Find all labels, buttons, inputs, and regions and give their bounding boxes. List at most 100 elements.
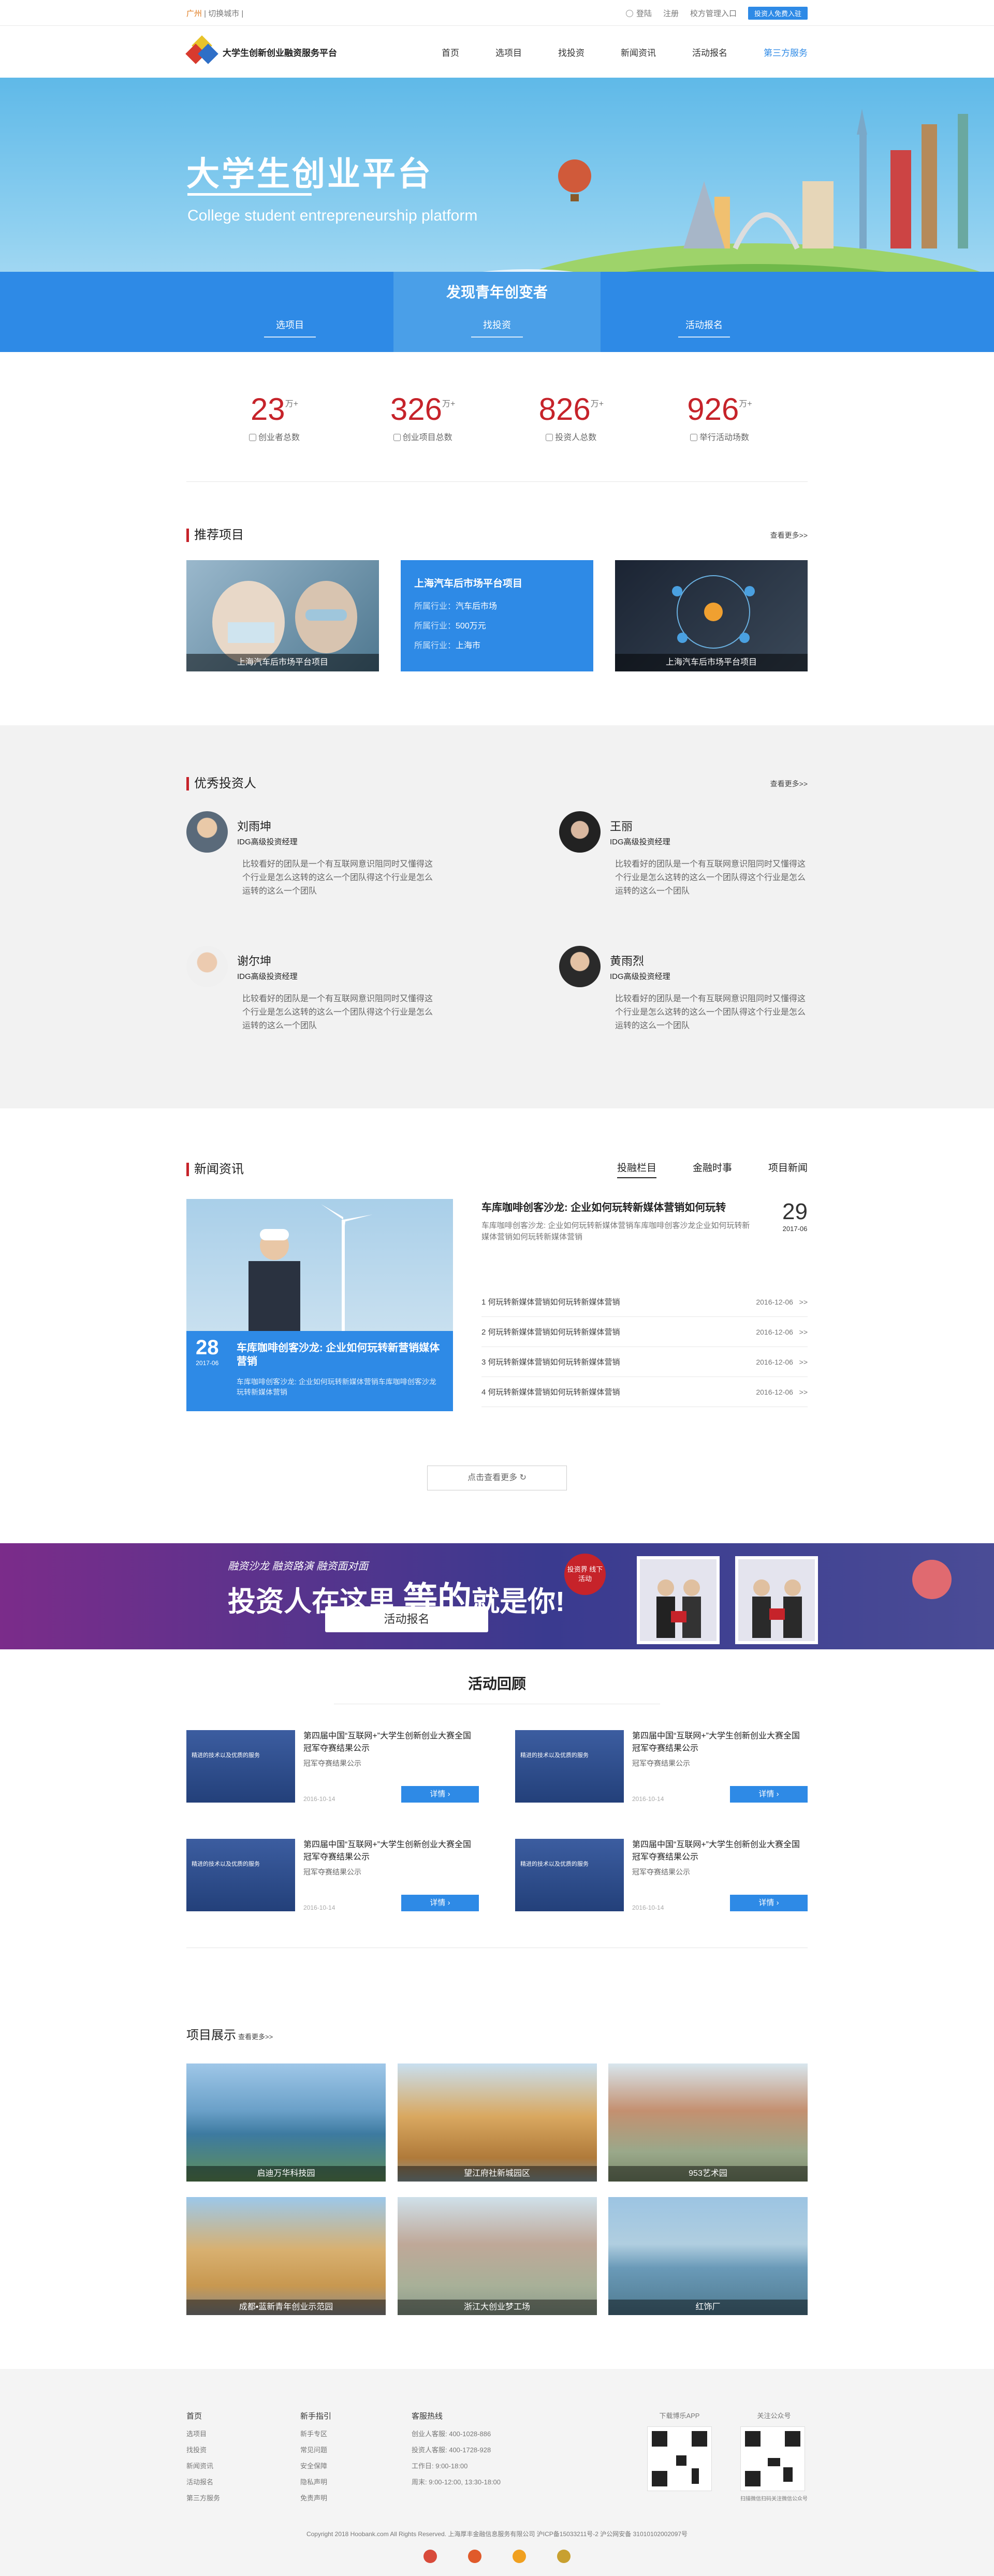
headline-day: 29 xyxy=(782,1199,808,1224)
calendar-icon xyxy=(690,433,697,441)
field-label: 所属行业： xyxy=(414,622,456,631)
event-signup-button[interactable]: 活动报名 xyxy=(325,1606,488,1632)
top-bar: 广州 | 切换城市 | 登陆 注册 校方管理入口 投资人免费入驻 xyxy=(0,0,994,26)
quick-link-investment[interactable]: 发现青年创变者 找投资 xyxy=(393,272,601,352)
footer-col-title[interactable]: 首页 xyxy=(186,2410,220,2421)
tab-finance-news[interactable]: 金融时事 xyxy=(693,1160,732,1178)
project-showcase-card[interactable]: 望江府社新城园区 xyxy=(397,2063,597,2182)
switch-city-link[interactable]: 切换城市 xyxy=(208,9,239,18)
activity-card[interactable]: 精进的技术以及优质的服务 第四届中国“互联网+”大学生创新创业大赛全国冠军夺赛结… xyxy=(515,1730,808,1839)
activity-card[interactable]: 精进的技术以及优质的服务 第四届中国“互联网+”大学生创新创业大赛全国冠军夺赛结… xyxy=(186,1730,479,1839)
featured-news-card[interactable]: 28 2017-06 车库咖啡创客沙龙: 企业如何玩转新营销媒体营销 车库咖啡创客… xyxy=(186,1199,453,1411)
news-list-item[interactable]: 2 何玩转新媒体营销如何玩转新媒体营销 2016-12-06 >> xyxy=(481,1317,808,1347)
project-card[interactable]: 上海汽车后市场平台项目 xyxy=(615,560,808,671)
footer-link[interactable]: 活动报名 xyxy=(186,2477,220,2486)
nav-news[interactable]: 新闻资讯 xyxy=(621,46,656,58)
tab-investment-column[interactable]: 投融栏目 xyxy=(617,1160,656,1178)
project-showcase-section: 项目展示 查看更多>> 启迪万华科技园 望江府社新城园区 953艺术园 成都•蓝新… xyxy=(0,2001,994,2369)
user-icon xyxy=(625,9,633,17)
project-showcase-card[interactable]: 红饰厂 xyxy=(608,2197,808,2315)
project-showcase-card[interactable]: 成都•蓝新青年创业示范园 xyxy=(186,2197,386,2315)
nav-third-party[interactable]: 第三方服务 xyxy=(764,46,808,58)
footer-link[interactable]: 安全保障 xyxy=(300,2461,331,2470)
refresh-icon: ↻ xyxy=(519,1473,527,1482)
arrow-icon xyxy=(678,336,730,338)
trust-badge-icon[interactable] xyxy=(513,2550,526,2563)
project-name: 953艺术园 xyxy=(608,2166,808,2182)
project-showcase-card[interactable]: 953艺术园 xyxy=(608,2063,808,2182)
wechat-qr-code[interactable] xyxy=(740,2426,805,2491)
project-card-featured[interactable]: 上海汽车后市场平台项目 所属行业：汽车后市场 所属行业：500万元 所属行业：上… xyxy=(401,560,593,671)
project-showcase-card[interactable]: 浙江大创业梦工场 xyxy=(397,2197,597,2315)
login-link[interactable]: 登陆 xyxy=(625,8,652,19)
city-selector[interactable]: 广州 | 切换城市 | xyxy=(186,8,243,19)
logo[interactable]: 大学生创新创业融资服务平台 xyxy=(185,35,337,67)
view-more-link[interactable]: 查看更多>> xyxy=(770,779,808,789)
project-name: 成都•蓝新青年创业示范园 xyxy=(186,2300,386,2315)
thumbnail-text: 精进的技术以及优质的服务 xyxy=(520,1861,589,1867)
project-card[interactable]: 上海汽车后市场平台项目 xyxy=(186,560,379,671)
nav-events[interactable]: 活动报名 xyxy=(692,46,727,58)
quick-link-events[interactable]: 活动报名 xyxy=(601,272,808,352)
project-showcase-card[interactable]: 启迪万华科技园 xyxy=(186,2063,386,2182)
investor-card[interactable]: 王丽 IDG高级投资经理 比较看好的团队是一个有互联网意识阻同时又懂得这个行业是怎… xyxy=(559,811,808,946)
footer-link[interactable]: 常见问题 xyxy=(300,2445,331,2454)
news-item-arrow: >> xyxy=(799,1327,808,1336)
headline-news[interactable]: 车库咖啡创客沙龙: 企业如何玩转新媒体营销如何玩转 车库咖啡创客沙龙: 企业如何玩… xyxy=(481,1199,808,1287)
activity-review-section: 活动回顾 精进的技术以及优质的服务 第四届中国“互联网+”大学生创新创业大赛全国… xyxy=(0,1649,994,2001)
investor-role: IDG高级投资经理 xyxy=(237,972,298,981)
footer-link[interactable]: 找投资 xyxy=(186,2445,220,2454)
activity-sub: 冠军夺赛结果公示 xyxy=(632,1759,690,1767)
investor-signup-button[interactable]: 投资人免费入驻 xyxy=(748,6,808,20)
stat-projects: 326万+ 创业项目总数 xyxy=(371,391,475,443)
view-more-link[interactable]: 查看更多>> xyxy=(238,2033,273,2041)
footer-link[interactable]: 新手专区 xyxy=(300,2428,331,2438)
investor-card[interactable]: 黄雨烈 IDG高级投资经理 比较看好的团队是一个有互联网意识阻同时又懂得这个行业是… xyxy=(559,946,808,1080)
activity-thumbnail: 精进的技术以及优质的服务 xyxy=(186,1730,295,1803)
school-login-link[interactable]: 校方管理入口 xyxy=(690,8,737,19)
details-button[interactable]: 详情 › xyxy=(730,1786,808,1803)
view-more-link[interactable]: 查看更多>> xyxy=(770,530,808,540)
details-label: 详情 xyxy=(758,1898,774,1907)
nav-investment[interactable]: 找投资 xyxy=(558,46,584,58)
tab-project-news[interactable]: 项目新闻 xyxy=(768,1160,808,1178)
footer-link[interactable]: 免责声明 xyxy=(300,2493,331,2502)
main-nav: 大学生创新创业融资服务平台 首页 选项目 找投资 新闻资讯 活动报名 第三方服务 xyxy=(0,26,994,78)
project-name: 望江府社新城园区 xyxy=(397,2166,597,2182)
footer-link[interactable]: 隐私声明 xyxy=(300,2477,331,2486)
current-city[interactable]: 广州 xyxy=(186,9,202,18)
news-item-date: 2016-12-06 xyxy=(756,1327,793,1336)
footer-link[interactable]: 选项目 xyxy=(186,2428,220,2438)
nav-home[interactable]: 首页 xyxy=(442,46,459,58)
investor-card[interactable]: 谢尔坤 IDG高级投资经理 比较看好的团队是一个有互联网意识阻同时又懂得这个行业是… xyxy=(186,946,435,1080)
app-qr-code[interactable] xyxy=(647,2426,712,2491)
trust-badge-icon[interactable] xyxy=(557,2550,571,2563)
news-list-item[interactable]: 3 何玩转新媒体营销如何玩转新媒体营销 2016-12-06 >> xyxy=(481,1347,808,1377)
avatar xyxy=(186,946,228,987)
trust-badge-icon[interactable] xyxy=(423,2550,437,2563)
load-more-button[interactable]: 点击查看更多 ↻ xyxy=(427,1466,567,1490)
news-list-item[interactable]: 1 何玩转新媒体营销如何玩转新媒体营销 2016-12-06 >> xyxy=(481,1287,808,1317)
details-button[interactable]: 详情 › xyxy=(401,1895,479,1911)
investor-name: 王丽 xyxy=(610,819,633,833)
footer-link[interactable]: 新闻资讯 xyxy=(186,2461,220,2470)
activity-card[interactable]: 精进的技术以及优质的服务 第四届中国“互联网+”大学生创新创业大赛全国冠军夺赛结… xyxy=(515,1839,808,1948)
stat-unit: 万+ xyxy=(285,399,299,408)
news-list-item[interactable]: 4 何玩转新媒体营销如何玩转新媒体营销 2016-12-06 >> xyxy=(481,1377,808,1407)
logo-text: 大学生创新创业融资服务平台 xyxy=(223,48,337,58)
nav-projects[interactable]: 选项目 xyxy=(495,46,522,58)
quick-link-projects[interactable]: 选项目 xyxy=(186,272,393,352)
stat-unit: 万+ xyxy=(442,399,456,408)
footer-link[interactable]: 第三方服务 xyxy=(186,2493,220,2502)
chevron-right-icon: › xyxy=(447,1898,450,1907)
activity-card[interactable]: 精进的技术以及优质的服务 第四届中国“互联网+”大学生创新创业大赛全国冠军夺赛结… xyxy=(186,1839,479,1948)
details-button[interactable]: 详情 › xyxy=(730,1895,808,1911)
trust-badge-icon[interactable] xyxy=(468,2550,481,2563)
investor-card[interactable]: 刘雨坤 IDG高级投资经理 比较看好的团队是一个有互联网意识阻同时又懂得这个行业是… xyxy=(186,811,435,946)
register-link[interactable]: 注册 xyxy=(663,8,679,19)
details-button[interactable]: 详情 › xyxy=(401,1786,479,1803)
wechat-sub: 扫描微信扫码关注微信公众号 xyxy=(740,2496,808,2502)
investor-role: IDG高级投资经理 xyxy=(610,837,670,846)
logo-cube-icon xyxy=(185,35,218,67)
app-download: 下载博乐APP xyxy=(647,2410,712,2509)
